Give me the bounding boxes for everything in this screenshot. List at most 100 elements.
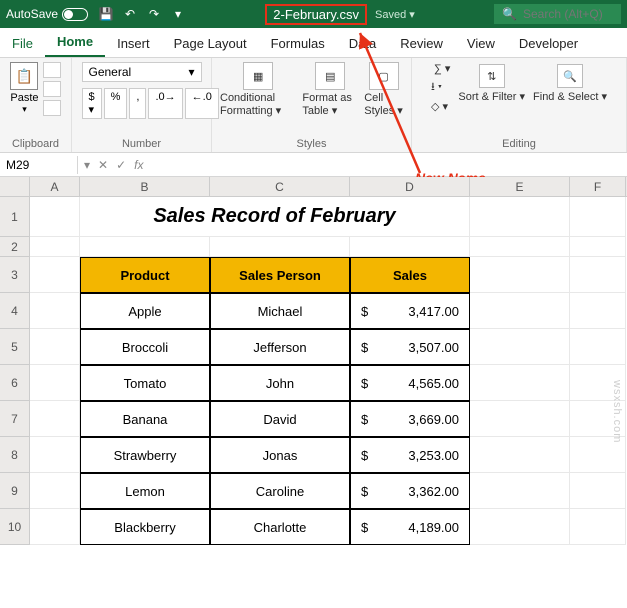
qat-dropdown-icon[interactable]: ▾	[170, 6, 186, 22]
fx-icon[interactable]: fx	[134, 158, 143, 172]
table-header[interactable]: Sales Person	[210, 257, 350, 293]
table-cell-person[interactable]: David	[210, 401, 350, 437]
table-cell-person[interactable]: Charlotte	[210, 509, 350, 545]
row-header[interactable]: 10	[0, 509, 30, 545]
cell[interactable]	[30, 365, 80, 401]
col-header[interactable]: F	[570, 177, 626, 196]
table-cell-product[interactable]: Strawberry	[80, 437, 210, 473]
comma-button[interactable]: ,	[129, 88, 146, 119]
tab-review[interactable]: Review	[388, 30, 455, 57]
table-cell-sales[interactable]: $3,507.00	[350, 329, 470, 365]
table-cell-sales[interactable]: $3,362.00	[350, 473, 470, 509]
cell-styles-button[interactable]: ▢Cell Styles ▾	[364, 62, 403, 117]
format-as-table-button[interactable]: ▤Format as Table ▾	[302, 62, 358, 117]
percent-button[interactable]: %	[104, 88, 128, 119]
tab-data[interactable]: Data	[337, 30, 388, 57]
cell[interactable]	[470, 237, 570, 257]
table-cell-person[interactable]: John	[210, 365, 350, 401]
cut-icon[interactable]	[43, 62, 61, 78]
format-painter-icon[interactable]	[43, 100, 61, 116]
sort-filter-button[interactable]: ⇅Sort & Filter ▾	[458, 64, 525, 113]
chevron-down-icon[interactable]: ▾	[22, 104, 27, 115]
cell[interactable]	[470, 365, 570, 401]
cell[interactable]	[570, 197, 626, 237]
title-cell[interactable]: Sales Record of February	[80, 197, 470, 237]
cell[interactable]	[470, 197, 570, 237]
table-cell-person[interactable]: Jonas	[210, 437, 350, 473]
cell[interactable]	[30, 293, 80, 329]
table-cell-product[interactable]: Lemon	[80, 473, 210, 509]
toggle-off-icon[interactable]	[62, 8, 88, 21]
tab-home[interactable]: Home	[45, 28, 105, 57]
tab-page-layout[interactable]: Page Layout	[162, 30, 259, 57]
cell[interactable]	[80, 237, 210, 257]
table-cell-product[interactable]: Blackberry	[80, 509, 210, 545]
cell[interactable]	[570, 509, 626, 545]
search-input[interactable]	[523, 7, 613, 21]
tab-formulas[interactable]: Formulas	[259, 30, 337, 57]
table-header[interactable]: Sales	[350, 257, 470, 293]
table-cell-sales[interactable]: $3,253.00	[350, 437, 470, 473]
table-cell-person[interactable]: Jefferson	[210, 329, 350, 365]
name-box[interactable]	[0, 156, 78, 174]
cell[interactable]	[30, 237, 80, 257]
cell[interactable]	[570, 329, 626, 365]
cell[interactable]	[470, 257, 570, 293]
currency-button[interactable]: $ ▾	[82, 88, 102, 119]
cancel-icon[interactable]: ✕	[98, 158, 108, 172]
cell[interactable]	[470, 293, 570, 329]
redo-icon[interactable]: ↷	[146, 6, 162, 22]
paste-button[interactable]: 📋 Paste ▾	[10, 62, 38, 116]
copy-icon[interactable]	[43, 81, 61, 97]
row-header[interactable]: 7	[0, 401, 30, 437]
col-header[interactable]: C	[210, 177, 350, 196]
cell[interactable]	[470, 437, 570, 473]
table-cell-sales[interactable]: $3,669.00	[350, 401, 470, 437]
row-header[interactable]: 8	[0, 437, 30, 473]
autosum-button[interactable]: ∑ ▾	[431, 62, 450, 75]
tab-view[interactable]: View	[455, 30, 507, 57]
table-cell-sales[interactable]: $4,189.00	[350, 509, 470, 545]
cell[interactable]	[210, 237, 350, 257]
number-format-select[interactable]: General▾	[82, 62, 202, 82]
cell[interactable]	[570, 473, 626, 509]
row-header[interactable]: 9	[0, 473, 30, 509]
fill-button[interactable]: ⭳ ▾	[431, 78, 450, 97]
cell[interactable]	[30, 509, 80, 545]
select-all-corner[interactable]	[0, 177, 30, 196]
cell[interactable]	[30, 401, 80, 437]
tab-developer[interactable]: Developer	[507, 30, 590, 57]
cell[interactable]	[470, 473, 570, 509]
row-header[interactable]: 6	[0, 365, 30, 401]
find-select-button[interactable]: 🔍Find & Select ▾	[533, 64, 607, 113]
save-status[interactable]: Saved ▾	[375, 8, 415, 21]
cell[interactable]	[570, 237, 626, 257]
search-box[interactable]: 🔍	[494, 4, 621, 24]
clear-button[interactable]: ◇ ▾	[431, 100, 450, 113]
cell[interactable]	[570, 257, 626, 293]
row-header[interactable]: 4	[0, 293, 30, 329]
table-cell-sales[interactable]: $4,565.00	[350, 365, 470, 401]
row-header[interactable]: 1	[0, 197, 30, 237]
table-cell-person[interactable]: Caroline	[210, 473, 350, 509]
col-header[interactable]: D	[350, 177, 470, 196]
table-cell-product[interactable]: Banana	[80, 401, 210, 437]
tab-insert[interactable]: Insert	[105, 30, 162, 57]
cell[interactable]	[30, 197, 80, 237]
formula-input[interactable]	[150, 156, 627, 174]
enter-icon[interactable]: ✓	[116, 158, 126, 172]
cell[interactable]	[30, 473, 80, 509]
row-header[interactable]: 5	[0, 329, 30, 365]
cell[interactable]	[470, 509, 570, 545]
cell[interactable]	[350, 237, 470, 257]
cell[interactable]	[570, 293, 626, 329]
col-header[interactable]: A	[30, 177, 80, 196]
table-cell-product[interactable]: Apple	[80, 293, 210, 329]
tab-file[interactable]: File	[0, 30, 45, 57]
table-cell-product[interactable]: Broccoli	[80, 329, 210, 365]
table-cell-sales[interactable]: $3,417.00	[350, 293, 470, 329]
cell[interactable]	[30, 257, 80, 293]
cell[interactable]	[470, 401, 570, 437]
conditional-formatting-button[interactable]: ▦Conditional Formatting ▾	[220, 62, 296, 117]
table-cell-product[interactable]: Tomato	[80, 365, 210, 401]
